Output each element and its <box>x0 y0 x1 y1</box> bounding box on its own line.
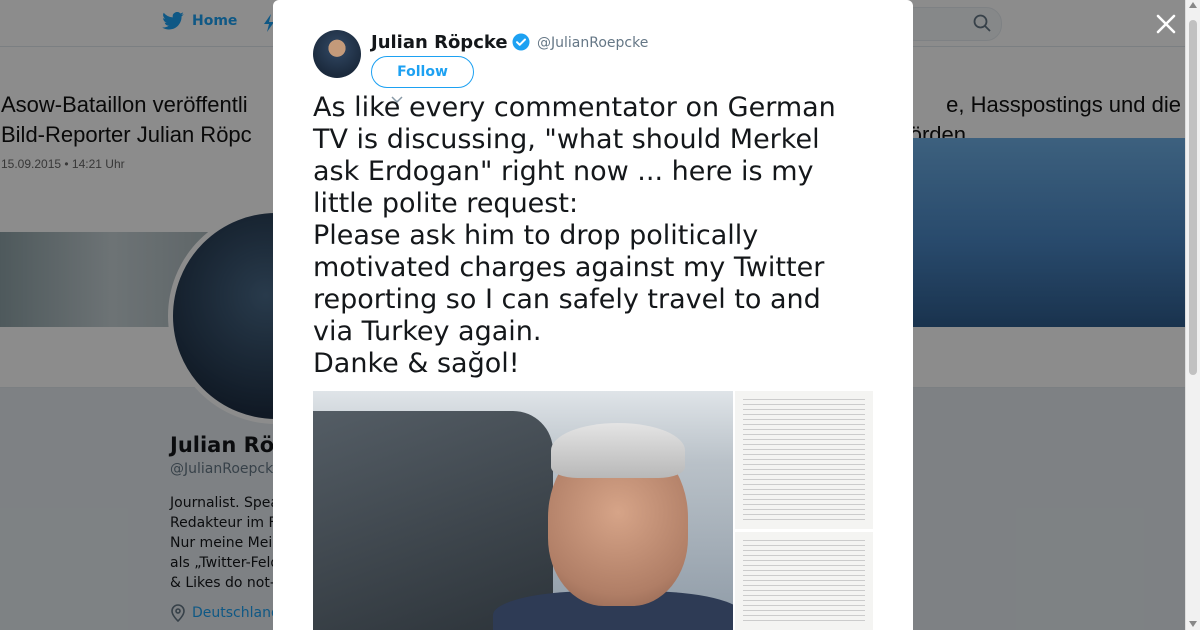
tweet-line: reporting so I can safely travel to and <box>313 284 821 315</box>
follow-button[interactable]: Follow <box>371 56 474 88</box>
close-icon[interactable] <box>1153 11 1179 37</box>
author-avatar[interactable] <box>313 30 361 78</box>
tweet-line: TV is discussing, "what should Merkel <box>313 124 820 155</box>
tweet-photo-document-2[interactable] <box>735 532 873 630</box>
photo-hair <box>551 423 685 478</box>
document-text-lines <box>743 399 865 523</box>
tweet-media[interactable] <box>313 391 873 630</box>
tweet-line: via Turkey again. <box>313 316 542 347</box>
verified-icon <box>512 33 530 51</box>
page-scrollbar[interactable] <box>1185 0 1200 630</box>
tweet-line: Please ask him to drop politically <box>313 220 759 251</box>
author-handle[interactable]: @JulianRoepcke <box>537 35 648 51</box>
tweet-line: As like every commentator on German <box>313 92 836 123</box>
tweet-line: ask Erdogan" right now ... here is my <box>313 156 814 187</box>
scrollbar-thumb[interactable] <box>1189 20 1197 375</box>
tweet-text: As like every commentator on German TV i… <box>313 92 893 380</box>
author-name[interactable]: Julian Röpcke <box>371 32 508 53</box>
tweet-photo-main[interactable] <box>313 391 733 630</box>
tweet-line: motivated charges against my Twitter <box>313 252 825 283</box>
tweet-line: little polite request: <box>313 188 579 219</box>
scroll-up-arrow[interactable] <box>1189 2 1197 8</box>
photo-car <box>313 411 553 630</box>
scroll-down-arrow[interactable] <box>1189 621 1197 627</box>
tweet-modal: Julian Röpcke @JulianRoepcke Follow As l… <box>273 0 913 630</box>
tweet-photo-document-1[interactable] <box>735 391 873 529</box>
tweet-line: Danke & sağol! <box>313 348 520 379</box>
document-text-lines <box>743 540 865 624</box>
